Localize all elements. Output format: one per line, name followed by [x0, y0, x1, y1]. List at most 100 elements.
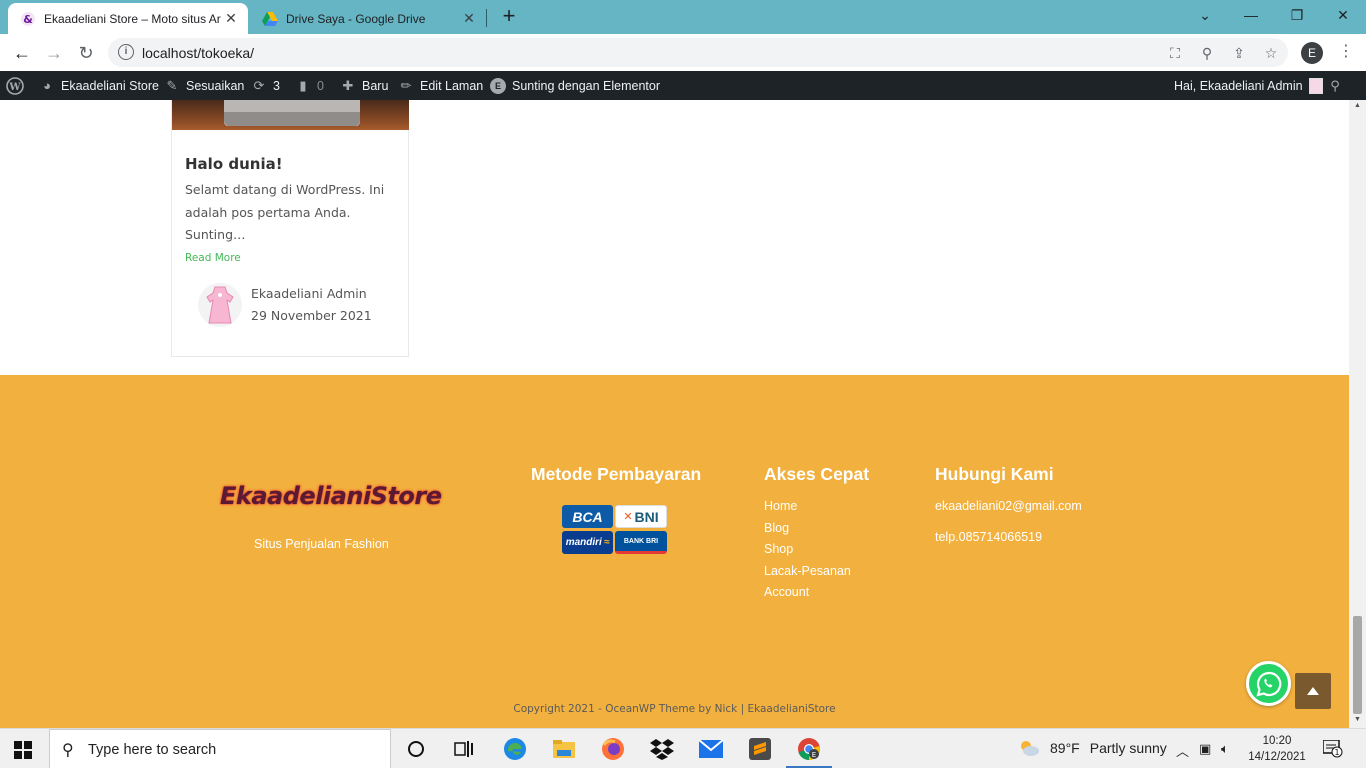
zoom-icon[interactable]: ⚲ [1198, 44, 1216, 62]
quick-links-heading: Akses Cepat [764, 464, 870, 484]
post-author[interactable]: Ekaadeliani Admin [251, 286, 367, 301]
tab-search-chevron-icon[interactable]: ⌄ [1182, 0, 1228, 30]
adminbar-account[interactable]: Hai, Ekaadeliani Admin [1174, 71, 1323, 100]
minimize-button[interactable]: — [1228, 0, 1274, 30]
volume-icon[interactable]: 🔈︎ [1221, 741, 1229, 757]
reload-button[interactable]: ↻ [74, 41, 98, 65]
task-view-icon[interactable] [452, 737, 476, 761]
new-tab-button[interactable]: + [498, 5, 520, 27]
mandiri-logo: mandiri ≈ [562, 531, 613, 554]
read-more-link[interactable]: Read More [185, 252, 241, 264]
dashboard-icon: ◕ [43, 78, 51, 93]
clock-date: 14/12/2021 [1248, 751, 1306, 763]
bookmark-star-icon[interactable]: ☆ [1262, 44, 1280, 62]
close-tab-icon[interactable]: ✕ [222, 10, 240, 27]
blog-post-card: Halo dunia! Selamt datang di WordPress. … [171, 100, 409, 357]
tab-google-drive[interactable]: Drive Saya - Google Drive ✕ [250, 3, 486, 34]
bni-logo: ✕ BNI [615, 505, 667, 528]
whatsapp-button[interactable] [1246, 661, 1291, 706]
tab-title: Ekaadeliani Store – Moto situs Ar [44, 11, 221, 26]
windows-start-icon[interactable] [14, 741, 32, 759]
tab-ekaadeliani-store[interactable]: & Ekaadeliani Store – Moto situs Ar ✕ [8, 3, 248, 34]
edit-page-label: Edit Laman [420, 78, 484, 93]
system-clock[interactable]: 10:20 14/12/2021 [1246, 733, 1308, 765]
adminbar-new[interactable]: ✚ Baru [340, 71, 389, 100]
site-info-icon[interactable]: i [118, 44, 134, 60]
post-thumbnail[interactable] [172, 100, 409, 130]
back-button[interactable]: ← [10, 41, 34, 65]
footer-link-track-order[interactable]: Lacak-Pesanan [764, 564, 851, 578]
contact-phone: telp.085714066519 [935, 530, 1043, 544]
firefox-icon[interactable] [601, 737, 625, 761]
profile-avatar[interactable]: E [1301, 42, 1323, 64]
footer-link-shop[interactable]: Shop [764, 542, 793, 556]
laptop-image [224, 100, 360, 126]
mail-icon[interactable] [699, 737, 723, 761]
author-avatar [198, 283, 242, 327]
tab-title: Drive Saya - Google Drive [286, 11, 426, 26]
comments-count: 0 [317, 78, 324, 93]
adminbar-elementor[interactable]: E Sunting dengan Elementor [490, 71, 660, 100]
post-title[interactable]: Halo dunia! [185, 155, 283, 173]
address-bar[interactable]: i localhost/tokoeka/ ⛶ ⚲ ⇪ ☆ [108, 38, 1288, 67]
search-placeholder: Type here to search [88, 742, 217, 758]
contact-email[interactable]: ekaadeliani02@gmail.com [935, 499, 1082, 513]
close-window-button[interactable]: ✕ [1320, 0, 1366, 30]
adminbar-edit-page[interactable]: ✏ Edit Laman [398, 71, 484, 100]
elementor-icon: E [490, 77, 506, 94]
wp-admin-bar: W ◕ Ekaadeliani Store ✎ Sesuaikan ⟳ 3 ▮ … [0, 71, 1366, 100]
scrollbar-thumb[interactable] [1353, 616, 1362, 714]
google-drive-icon [262, 11, 278, 27]
scroll-up-arrow-icon[interactable]: ▲ [1353, 102, 1362, 109]
notification-center-icon[interactable]: 1 [1322, 739, 1343, 758]
bri-logo: BANK BRI [615, 531, 667, 554]
page-scrollbar[interactable]: ▲ ▼ [1349, 100, 1366, 728]
svg-text:E: E [812, 751, 816, 759]
adminbar-site-name[interactable]: ◕ Ekaadeliani Store [39, 71, 159, 100]
chevron-up-icon [1307, 687, 1319, 695]
show-hidden-icons-chevron-icon[interactable]: ︿ [1176, 741, 1189, 760]
svg-text:W: W [8, 82, 21, 93]
footer-link-account[interactable]: Account [764, 585, 809, 599]
cortana-icon[interactable] [404, 737, 428, 761]
post-date: 29 November 2021 [251, 308, 372, 323]
whatsapp-icon [1255, 671, 1281, 697]
scroll-down-arrow-icon[interactable]: ▼ [1353, 716, 1362, 723]
scroll-to-top-button[interactable] [1295, 673, 1331, 709]
wordpress-logo-icon[interactable]: W [6, 71, 24, 100]
dropbox-icon[interactable] [650, 737, 674, 761]
share-icon[interactable]: ⇪ [1230, 44, 1248, 62]
weather-temperature: 89°F [1050, 740, 1080, 756]
weather-widget[interactable]: 89°F Partly sunny [1018, 739, 1167, 757]
footer-link-blog[interactable]: Blog [764, 521, 789, 535]
footer-tagline: Situs Penjualan Fashion [254, 537, 389, 551]
footer-link-home[interactable]: Home [764, 499, 797, 513]
chrome-icon[interactable]: E [797, 737, 821, 761]
adminbar-comments[interactable]: ▮ 0 [295, 71, 324, 100]
taskbar-search-box[interactable]: ⚲ Type here to search [49, 729, 391, 768]
adminbar-customize[interactable]: ✎ Sesuaikan [164, 71, 245, 100]
elementor-label: Sunting dengan Elementor [512, 78, 661, 93]
forward-button[interactable]: → [42, 41, 66, 65]
site-name-label: Ekaadeliani Store [61, 78, 159, 93]
network-icon[interactable]: ▣ [1199, 741, 1211, 757]
footer-brand-logo[interactable]: EkaadelianiStore [220, 482, 442, 510]
greeting-label: Hai, Ekaadeliani Admin [1174, 78, 1303, 93]
file-explorer-icon[interactable] [552, 737, 576, 761]
translate-icon[interactable]: ⛶ [1166, 44, 1184, 62]
svg-text:&: & [23, 13, 33, 26]
plus-icon: ✚ [342, 77, 354, 93]
store-favicon-icon: & [20, 11, 36, 27]
close-tab-icon[interactable]: ✕ [460, 10, 478, 27]
browser-toolbar: ← → ↻ i localhost/tokoeka/ ⛶ ⚲ ⇪ ☆ E ⋮ [0, 34, 1366, 71]
edge-icon[interactable] [503, 737, 527, 761]
restore-button[interactable]: ❐ [1274, 0, 1320, 30]
avatar [1308, 77, 1323, 94]
url-text[interactable]: localhost/tokoeka/ [142, 45, 254, 61]
search-icon: ⚲ [1330, 77, 1340, 93]
footer-copyright: Copyright 2021 - OceanWP Theme by Nick |… [513, 703, 836, 715]
sublime-text-icon[interactable] [748, 737, 772, 761]
chrome-menu-icon[interactable]: ⋮ [1336, 42, 1356, 62]
adminbar-updates[interactable]: ⟳ 3 [251, 71, 280, 100]
adminbar-search-icon[interactable]: ⚲ [1327, 71, 1343, 100]
